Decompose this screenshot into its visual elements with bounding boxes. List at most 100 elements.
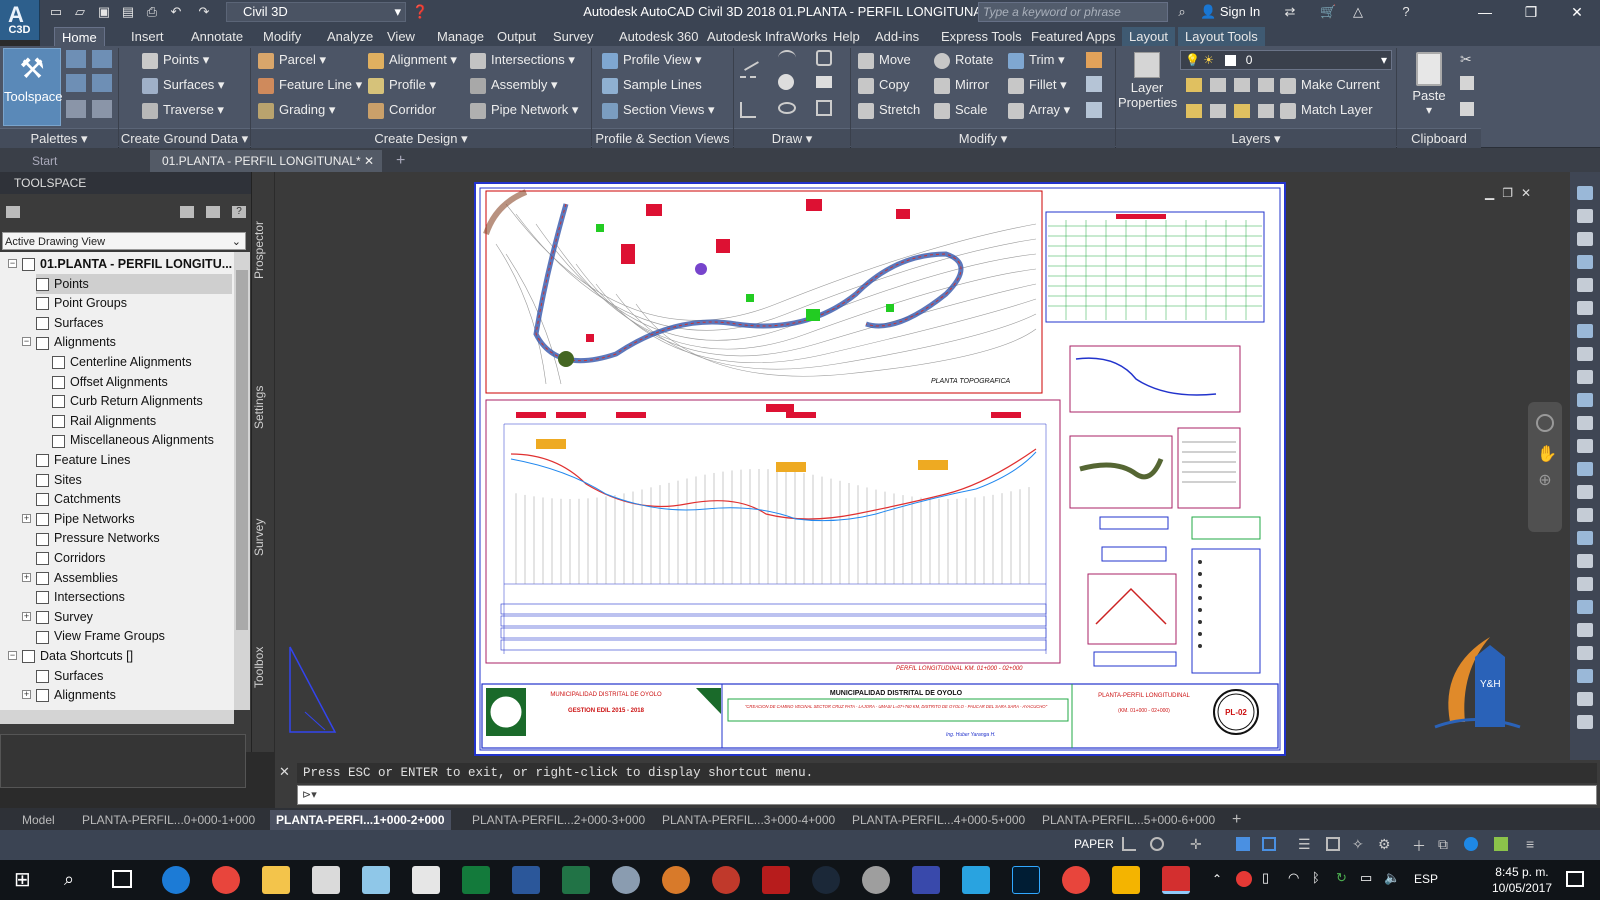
workspace-switcher[interactable]: Civil 3D ▾ xyxy=(226,2,406,22)
right-tool-icon[interactable] xyxy=(1577,692,1593,706)
right-tool-icon[interactable] xyxy=(1577,347,1593,361)
tree-item[interactable]: Points xyxy=(36,273,232,294)
search-icon[interactable]: ⌕ xyxy=(64,869,74,890)
word-icon[interactable] xyxy=(512,866,540,894)
steeringwheel-icon[interactable] xyxy=(1536,414,1554,432)
edge-icon[interactable] xyxy=(162,866,190,894)
tree-item[interactable]: Point Groups xyxy=(36,293,232,313)
ribbon-tab-add-ins[interactable]: Add-ins xyxy=(868,27,926,46)
rotate-button[interactable]: Rotate xyxy=(934,49,993,71)
customize-icon[interactable]: ≡ xyxy=(1526,836,1534,852)
trim-button[interactable]: Trim ▾ xyxy=(1008,49,1065,71)
ribbon-tab-analyze[interactable]: Analyze xyxy=(320,27,380,46)
profile-section-views-panel-title[interactable]: Profile & Section Views xyxy=(592,128,733,148)
tree-item[interactable]: Surfaces xyxy=(36,666,232,686)
new-tab-button[interactable]: + xyxy=(390,150,414,172)
view-dropdown[interactable]: Active Drawing View ⌄ xyxy=(2,232,246,250)
tree-item[interactable]: Pipe Networks xyxy=(36,509,232,529)
offset-icon[interactable] xyxy=(1086,102,1102,118)
tab-prospector[interactable]: Prospector xyxy=(252,190,274,310)
modify-panel-title[interactable]: Modify ▾ xyxy=(851,128,1115,148)
layout-palette-icon[interactable] xyxy=(92,74,112,92)
right-tool-icon[interactable] xyxy=(1577,508,1593,522)
tree-item[interactable]: View Frame Groups xyxy=(36,626,232,646)
tab-layout[interactable]: PLANTA-PERFIL...5+000-6+000 xyxy=(1042,810,1215,830)
tree-expander-icon[interactable]: + xyxy=(22,690,31,700)
layer-on-icon[interactable] xyxy=(1186,104,1202,118)
line-icon[interactable] xyxy=(737,49,759,71)
ribbon-tab-layout-tools[interactable]: Layout Tools xyxy=(1178,27,1265,46)
tree-expander-icon[interactable]: + xyxy=(22,611,31,621)
layer-freeze-icon[interactable] xyxy=(1234,78,1250,92)
tab-layout[interactable]: PLANTA-PERFIL...0+000-1+000 xyxy=(82,810,255,830)
tab-model[interactable]: Model xyxy=(22,810,55,830)
tree-item[interactable]: Alignments xyxy=(36,685,232,705)
tree-item[interactable]: Surfaces xyxy=(36,313,232,333)
right-tool-icon[interactable] xyxy=(1577,531,1593,545)
steam-icon[interactable] xyxy=(812,866,840,894)
annotation-icon[interactable] xyxy=(1236,837,1250,851)
create-ground-data-panel-title[interactable]: Create Ground Data ▾ xyxy=(119,128,250,148)
right-tool-icon[interactable] xyxy=(1577,232,1593,246)
close-command-icon[interactable]: ✕ xyxy=(279,764,293,779)
sync-icon[interactable]: ↻ xyxy=(1336,870,1347,886)
tab-survey[interactable]: Survey xyxy=(252,482,274,592)
right-tool-icon[interactable] xyxy=(1577,301,1593,315)
ribbon-tab-insert[interactable]: Insert xyxy=(124,27,171,46)
cut-icon[interactable]: ✂ xyxy=(1460,52,1474,66)
right-tool-icon[interactable] xyxy=(1577,715,1593,729)
toolbox-icon[interactable] xyxy=(66,100,86,118)
tab-layout[interactable]: PLANTA-PERFI...1+000-2+000 xyxy=(270,810,451,830)
ribbon-tab-autodesk-infraworks[interactable]: Autodesk InfraWorks xyxy=(700,27,834,46)
application-menu-button[interactable]: A C3D xyxy=(0,0,40,40)
tree-item[interactable]: Sites xyxy=(36,470,232,490)
help-share-icon[interactable]: ❓ xyxy=(412,4,428,20)
viewport-icon[interactable] xyxy=(1262,837,1276,851)
right-tool-icon[interactable] xyxy=(1577,324,1593,338)
right-tool-icon[interactable] xyxy=(1577,278,1593,292)
right-tool-icon[interactable] xyxy=(1577,416,1593,430)
lineweight-icon[interactable]: ☰ xyxy=(1298,836,1311,853)
copy-button[interactable]: Copy xyxy=(858,74,909,96)
tree-item[interactable]: Centerline Alignments xyxy=(52,352,232,372)
tree-item[interactable]: Data Shortcuts [] xyxy=(22,646,232,666)
autocad-lt-icon[interactable] xyxy=(962,866,990,894)
save-as-icon[interactable]: ▤ xyxy=(120,4,136,20)
tree-item[interactable]: Catchments xyxy=(36,489,232,509)
ribbon-tab-autodesk-360[interactable]: Autodesk 360 xyxy=(612,27,706,46)
ribbon-tab-home[interactable]: Home xyxy=(54,27,105,46)
tree-item[interactable]: Feature Lines xyxy=(36,450,232,470)
volume-icon[interactable]: 🔈 xyxy=(1384,870,1400,886)
match-layer-button[interactable]: Match Layer xyxy=(1280,99,1373,121)
tree-item[interactable]: Corridors xyxy=(36,548,232,568)
tree-item[interactable]: Rail Alignments xyxy=(52,411,232,431)
right-tool-icon[interactable] xyxy=(1577,577,1593,591)
explode-icon[interactable] xyxy=(1086,76,1102,92)
right-tool-icon[interactable] xyxy=(1577,554,1593,568)
ribbon-tab-layout[interactable]: Layout xyxy=(1122,27,1176,46)
tree-item[interactable]: Intersections xyxy=(36,587,232,607)
tree-expander-icon[interactable]: − xyxy=(22,337,31,347)
tree-item[interactable]: Pressure Networks xyxy=(36,528,232,548)
tree-expander-icon[interactable]: + xyxy=(22,572,31,582)
new-layout-button[interactable]: + xyxy=(1232,810,1241,830)
ribbon-tab-output[interactable]: Output xyxy=(490,27,543,46)
right-tool-icon[interactable] xyxy=(1577,209,1593,223)
right-tool-icon[interactable] xyxy=(1577,600,1593,614)
chrome-2-icon[interactable] xyxy=(1062,866,1090,894)
ribbon-tab-express-tools[interactable]: Express Tools xyxy=(934,27,1029,46)
tab-drawing[interactable]: 01.PLANTA - PERFIL LONGITUNAL* ✕ xyxy=(150,150,382,172)
help-icon[interactable]: ? xyxy=(232,206,246,218)
layer-properties-button[interactable]: Layer Properties xyxy=(1118,48,1177,126)
plot-icon[interactable]: ⎙ xyxy=(144,4,160,20)
draw-panel-title[interactable]: Draw ▾ xyxy=(734,128,850,148)
zoom-icon[interactable]: ⊕ xyxy=(1537,470,1553,489)
red-app-icon[interactable] xyxy=(762,866,790,894)
copy-with-base-icon[interactable] xyxy=(1460,102,1474,116)
layer-dropdown[interactable]: 💡 ☀ 0 ▾ xyxy=(1180,50,1392,70)
sample-lines-button[interactable]: Sample Lines xyxy=(602,74,702,96)
calculator-icon[interactable] xyxy=(412,866,440,894)
tree-hscrollbar[interactable] xyxy=(0,710,234,724)
task-view-icon[interactable] xyxy=(112,870,132,888)
feature-line-button[interactable]: Feature Line ▾ xyxy=(258,74,362,96)
